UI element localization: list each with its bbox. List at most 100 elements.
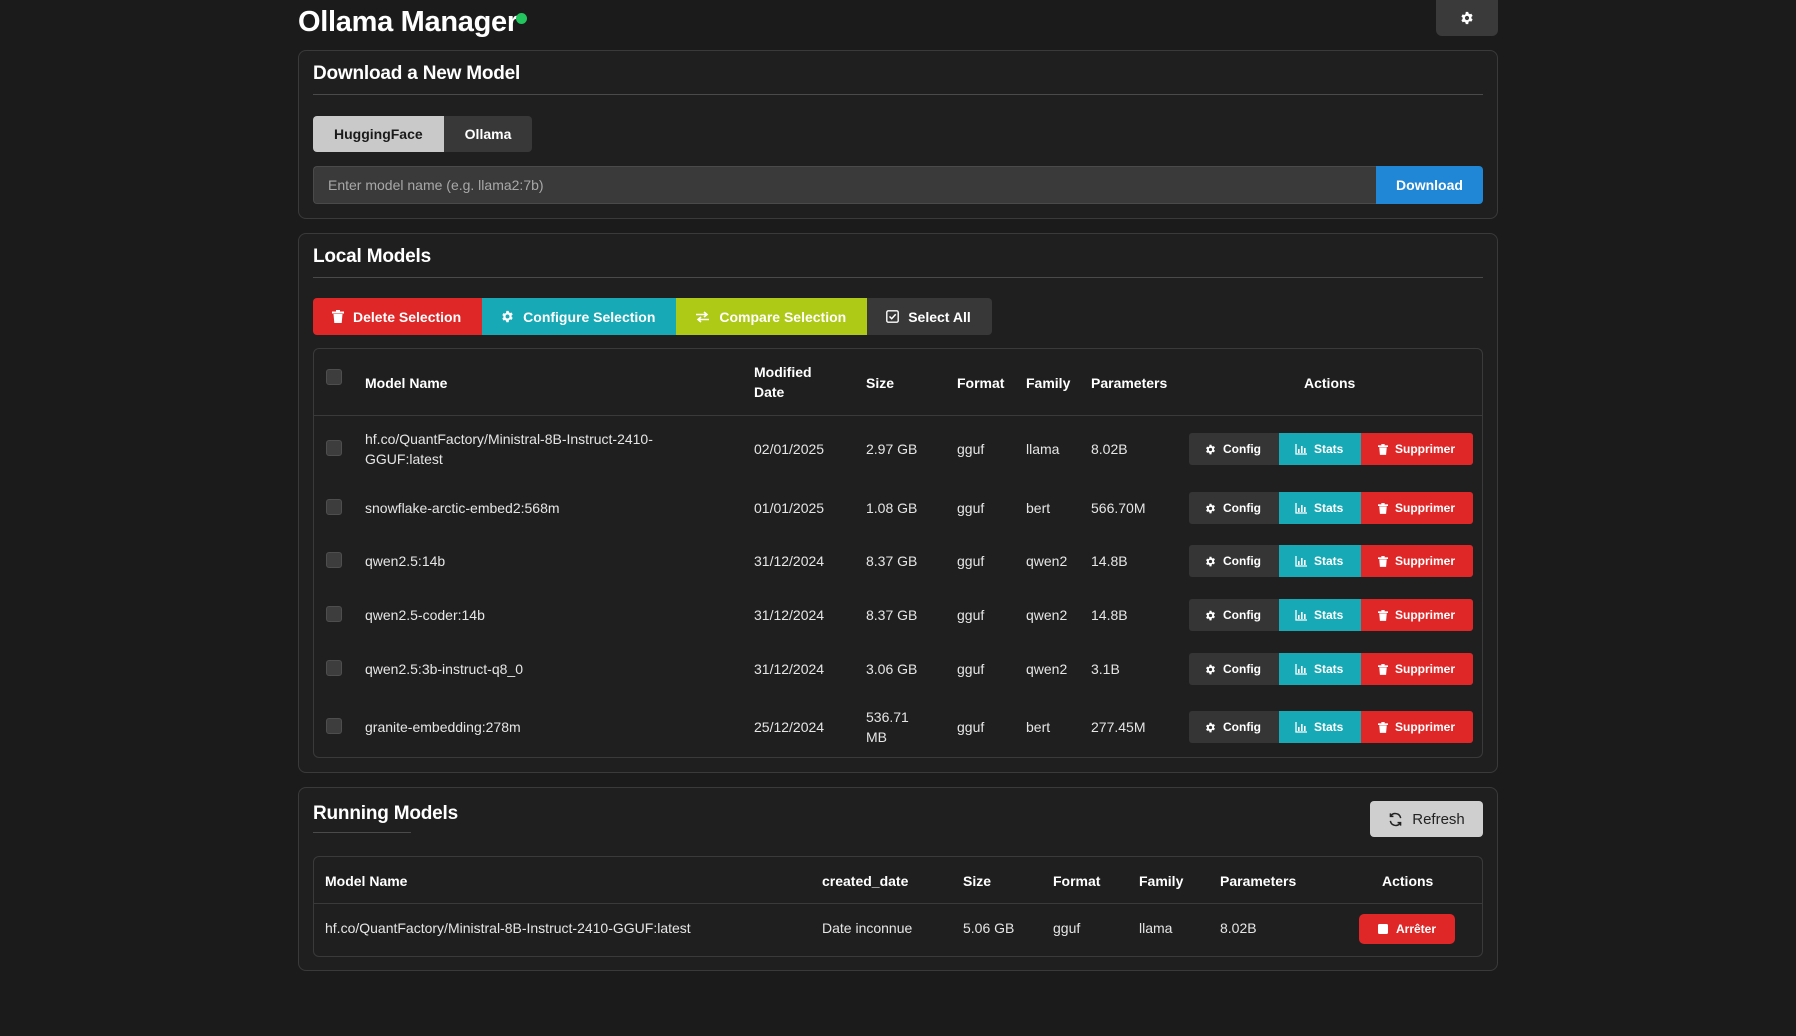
app-title: Ollama Manager xyxy=(298,6,518,38)
stats-label: Stats xyxy=(1314,554,1344,568)
stats-button[interactable]: Stats xyxy=(1279,599,1361,631)
configure-selection-button[interactable]: Configure Selection xyxy=(482,298,677,335)
row-checkbox[interactable] xyxy=(326,440,342,456)
model-modified-date: 31/12/2024 xyxy=(754,553,825,569)
delete-label: Supprimer xyxy=(1395,554,1456,568)
config-button[interactable]: Config xyxy=(1189,492,1279,524)
model-format: gguf xyxy=(957,553,985,569)
refresh-icon xyxy=(1388,812,1403,827)
stats-button[interactable]: Stats xyxy=(1279,711,1361,743)
column-header-format: Format xyxy=(1053,873,1101,889)
gear-icon xyxy=(1460,11,1474,25)
row-actions: Config Stats Supprimer xyxy=(1189,492,1473,524)
table-header: Model Name created_date Size Format Fami… xyxy=(314,857,1482,904)
delete-model-button[interactable]: Supprimer xyxy=(1361,492,1473,524)
delete-label: Supprimer xyxy=(1395,501,1456,515)
model-size: 8.37 GB xyxy=(866,553,918,569)
config-button[interactable]: Config xyxy=(1189,711,1279,743)
config-button[interactable]: Config xyxy=(1189,545,1279,577)
model-modified-date: 31/12/2024 xyxy=(754,661,825,677)
stats-label: Stats xyxy=(1314,662,1344,676)
trash-icon xyxy=(1378,609,1388,621)
delete-label: Supprimer xyxy=(1395,608,1456,622)
gear-icon xyxy=(1205,503,1216,514)
trash-icon xyxy=(1378,721,1388,733)
config-button[interactable]: Config xyxy=(1189,599,1279,631)
delete-model-button[interactable]: Supprimer xyxy=(1361,599,1473,631)
delete-model-button[interactable]: Supprimer xyxy=(1361,433,1473,465)
row-checkbox[interactable] xyxy=(326,552,342,568)
refresh-button[interactable]: Refresh xyxy=(1370,801,1483,837)
bar-chart-icon xyxy=(1295,555,1307,567)
table-row: snowflake-arctic-embed2:568m 01/01/2025 1.… xyxy=(314,482,1482,534)
settings-button[interactable] xyxy=(1436,0,1498,36)
tab-ollama[interactable]: Ollama xyxy=(443,116,533,152)
config-button[interactable]: Config xyxy=(1189,653,1279,685)
table-header: Model Name Modified Date Size Format Fam… xyxy=(314,349,1482,416)
stats-button[interactable]: Stats xyxy=(1279,653,1361,685)
table-row: qwen2.5-coder:14b 31/12/2024 8.37 GB gguf qw… xyxy=(314,588,1482,642)
delete-model-button[interactable]: Supprimer xyxy=(1361,545,1473,577)
stats-label: Stats xyxy=(1314,442,1344,456)
model-name: hf.co/QuantFactory/Ministral-8B-Instruct… xyxy=(365,431,653,467)
row-actions: Config Stats Supprimer xyxy=(1189,599,1473,631)
tab-huggingface[interactable]: HuggingFace xyxy=(313,116,444,152)
gear-icon xyxy=(1205,664,1216,675)
stats-label: Stats xyxy=(1314,720,1344,734)
checkbox-checked-icon xyxy=(886,310,900,323)
model-parameters: 277.45M xyxy=(1091,719,1146,735)
row-actions: Config Stats Supprimer xyxy=(1189,545,1473,577)
trash-icon xyxy=(1378,443,1388,455)
table-row: hf.co/QuantFactory/Ministral-8B-Instruct… xyxy=(314,416,1482,482)
stats-button[interactable]: Stats xyxy=(1279,433,1361,465)
stats-label: Stats xyxy=(1314,608,1344,622)
model-family: bert xyxy=(1026,719,1051,735)
running-model-family: llama xyxy=(1139,920,1173,936)
model-parameters: 14.8B xyxy=(1091,607,1128,623)
bar-chart-icon xyxy=(1295,443,1307,455)
model-format: gguf xyxy=(957,607,985,623)
model-name-input[interactable] xyxy=(313,166,1376,204)
row-checkbox[interactable] xyxy=(326,499,342,515)
select-all-label: Select All xyxy=(908,308,971,325)
running-model-created: Date inconnue xyxy=(822,920,913,936)
config-label: Config xyxy=(1223,720,1261,734)
model-parameters: 566.70M xyxy=(1091,500,1146,516)
delete-label: Supprimer xyxy=(1395,662,1456,676)
delete-model-button[interactable]: Supprimer xyxy=(1361,711,1473,743)
trash-icon xyxy=(1378,502,1388,514)
download-card: Download a New Model HuggingFace Ollama … xyxy=(298,50,1498,219)
stats-button[interactable]: Stats xyxy=(1279,545,1361,577)
config-button[interactable]: Config xyxy=(1189,433,1279,465)
model-size: 8.37 GB xyxy=(866,607,918,623)
table-row: qwen2.5:3b-instruct-q8_0 31/12/2024 3.06 G… xyxy=(314,642,1482,696)
model-name: snowflake-arctic-embed2:568m xyxy=(365,500,560,516)
delete-model-button[interactable]: Supprimer xyxy=(1361,653,1473,685)
stats-button[interactable]: Stats xyxy=(1279,492,1361,524)
column-header-family: Family xyxy=(1026,375,1071,391)
source-tabs: HuggingFace Ollama xyxy=(313,116,533,152)
delete-selection-button[interactable]: Delete Selection xyxy=(313,298,483,335)
model-format: gguf xyxy=(957,441,985,457)
row-checkbox[interactable] xyxy=(326,718,342,734)
row-checkbox[interactable] xyxy=(326,660,342,676)
compare-selection-button[interactable]: Compare Selection xyxy=(676,298,868,335)
model-name: granite-embedding:278m xyxy=(365,719,521,735)
stats-label: Stats xyxy=(1314,501,1344,515)
divider xyxy=(313,277,1483,278)
select-all-button[interactable]: Select All xyxy=(867,298,992,335)
delete-label: Supprimer xyxy=(1395,442,1456,456)
stop-model-button[interactable]: Arrêter xyxy=(1359,914,1455,944)
refresh-label: Refresh xyxy=(1412,810,1465,828)
model-parameters: 3.1B xyxy=(1091,661,1120,677)
trash-icon xyxy=(332,310,344,323)
column-header-actions: Actions xyxy=(1382,873,1434,889)
download-button[interactable]: Download xyxy=(1376,166,1483,204)
bar-chart-icon xyxy=(1295,609,1307,621)
delete-label: Supprimer xyxy=(1395,720,1456,734)
select-all-checkbox[interactable] xyxy=(326,369,342,385)
row-checkbox[interactable] xyxy=(326,606,342,622)
model-format: gguf xyxy=(957,500,985,516)
download-title: Download a New Model xyxy=(313,63,521,84)
model-size: 2.97 GB xyxy=(866,441,918,457)
